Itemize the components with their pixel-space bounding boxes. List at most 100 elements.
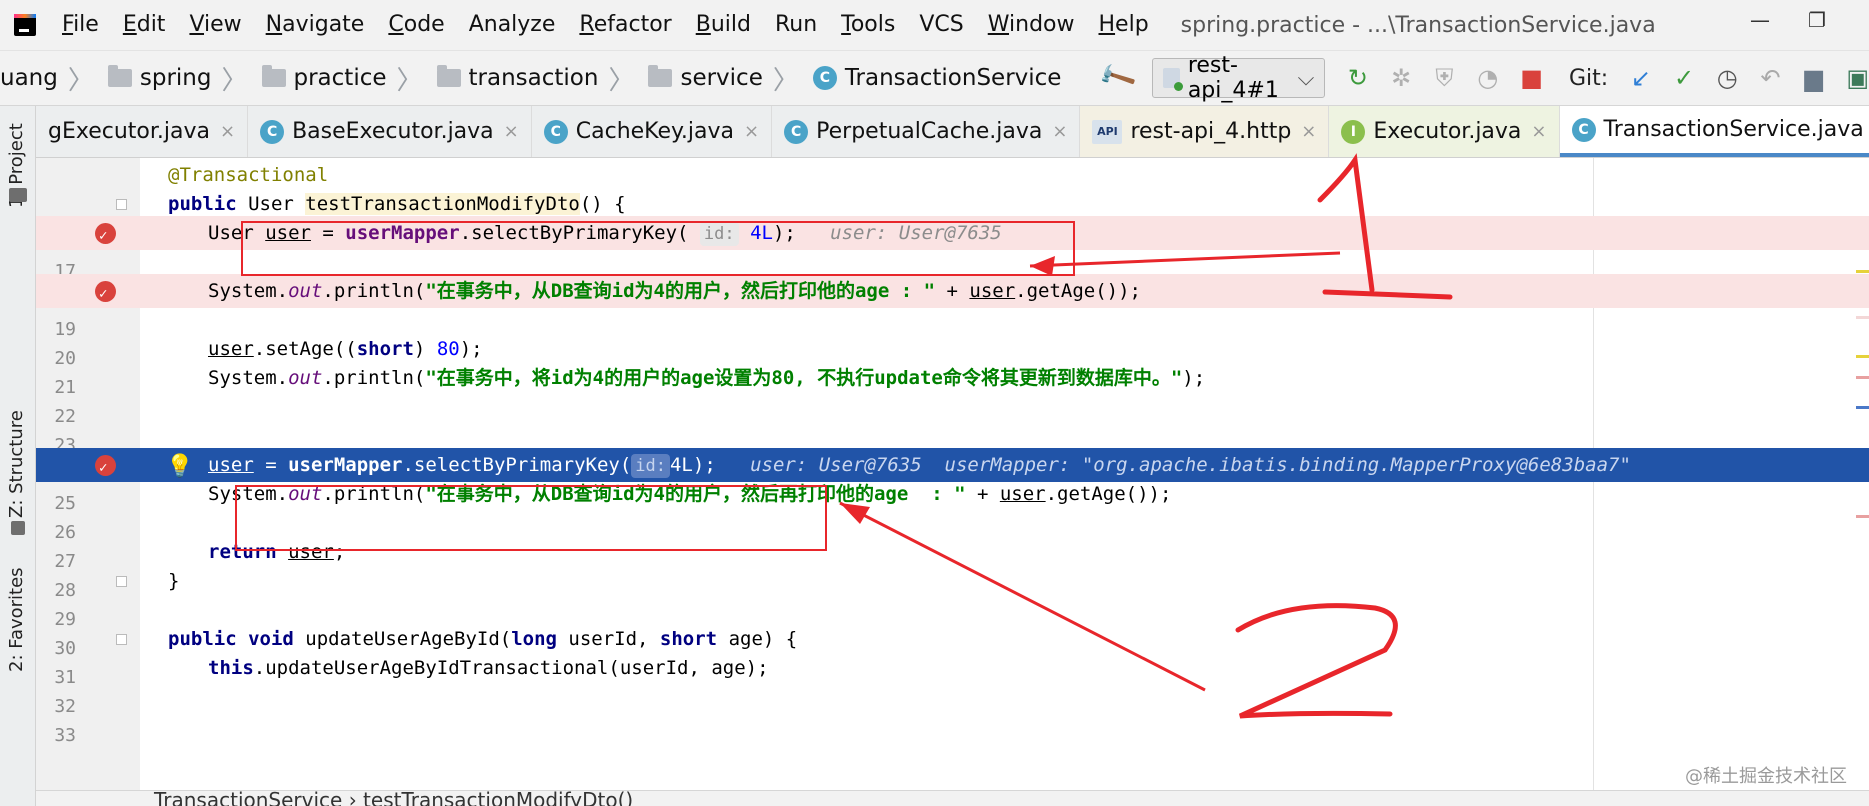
menu-items: File Edit View Navigate Code Analyze Refactor B… bbox=[50, 0, 1161, 50]
code-token: age) { bbox=[717, 628, 798, 650]
code-token: User bbox=[236, 193, 306, 215]
breakpoint-icon[interactable] bbox=[95, 451, 116, 485]
menu-item-view[interactable]: View bbox=[177, 0, 253, 50]
annotation: @Transactional bbox=[168, 164, 329, 186]
error-stripe[interactable] bbox=[1854, 158, 1869, 790]
marker[interactable] bbox=[1856, 316, 1869, 319]
editor-tab[interactable]: API rest-api_4.http × bbox=[1080, 106, 1330, 157]
editor-tab[interactable]: C CacheKey.java × bbox=[532, 106, 773, 157]
fold-icon[interactable] bbox=[116, 576, 127, 587]
breadcrumb-item[interactable]: 〉 practice bbox=[211, 60, 387, 97]
menu-item-file[interactable]: File bbox=[50, 0, 111, 50]
breakpoint-icon[interactable] bbox=[95, 219, 116, 253]
marker[interactable] bbox=[1856, 355, 1869, 358]
run-config-label: rest-api_4#1 bbox=[1187, 53, 1279, 103]
debug-icon[interactable]: ✲ bbox=[1391, 64, 1412, 92]
profile-icon[interactable]: ◔ bbox=[1477, 64, 1498, 92]
minimize-icon[interactable]: — bbox=[1750, 8, 1770, 32]
code-token: .selectByPrimaryKey( bbox=[402, 454, 632, 476]
rerun-icon[interactable]: ↻ bbox=[1347, 64, 1368, 92]
menu-item-edit[interactable]: Edit bbox=[111, 0, 178, 50]
tab-label: PerpetualCache.java bbox=[816, 119, 1043, 144]
editor-tab[interactable]: C PerpetualCache.java × bbox=[772, 106, 1081, 157]
menu-item-vcs[interactable]: VCS bbox=[907, 0, 975, 50]
menu-item-tools[interactable]: Tools bbox=[829, 0, 907, 50]
history-icon[interactable]: ◷ bbox=[1717, 64, 1738, 92]
editor-tab-active[interactable]: C TransactionService.java × bbox=[1559, 106, 1869, 157]
menu-item-analyze[interactable]: Analyze bbox=[457, 0, 568, 50]
keyword: public bbox=[168, 193, 237, 215]
keyword: short bbox=[659, 628, 718, 650]
menu-item-refactor[interactable]: Refactor bbox=[567, 0, 683, 50]
close-icon[interactable]: × bbox=[1052, 121, 1067, 142]
breadcrumb-item[interactable]: 〉 service bbox=[598, 60, 763, 97]
menu-item-build[interactable]: Build bbox=[684, 0, 763, 50]
run-panel-icon[interactable]: ▣ bbox=[1846, 64, 1869, 92]
menu-mnemonic: N bbox=[265, 12, 283, 37]
marker[interactable] bbox=[1856, 515, 1869, 518]
fold-icon[interactable] bbox=[116, 199, 127, 210]
breadcrumb-item[interactable]: uang bbox=[0, 65, 58, 91]
menu-item-code[interactable]: Code bbox=[376, 0, 456, 50]
breadcrumb-item[interactable]: 〉 transaction bbox=[387, 60, 598, 97]
breakpoint-icon[interactable] bbox=[95, 277, 116, 311]
hammer-icon[interactable]: 🔨 bbox=[1096, 57, 1139, 99]
marker[interactable] bbox=[1856, 376, 1869, 379]
code-token: = bbox=[253, 454, 289, 476]
code-token: User bbox=[208, 222, 266, 244]
code-token: .setAge(( bbox=[253, 338, 357, 360]
tab-label: rest-api_4.http bbox=[1130, 119, 1292, 144]
static-field: out bbox=[288, 483, 323, 505]
editor-tab[interactable]: C BaseExecutor.java × bbox=[248, 106, 532, 157]
git-commit-icon[interactable]: ✓ bbox=[1673, 64, 1694, 92]
tab-label: TransactionService.java bbox=[1603, 117, 1864, 142]
rollback-icon[interactable]: ↶ bbox=[1760, 64, 1781, 92]
method-breadcrumb[interactable]: TransactionService › testTransactionModi… bbox=[154, 791, 633, 806]
favorites-tool-window[interactable]: 2: Favorites bbox=[6, 567, 27, 672]
git-update-icon[interactable]: ↙ bbox=[1630, 64, 1651, 92]
menu-item-window[interactable]: Window bbox=[976, 0, 1087, 50]
chevron-right-icon: 〉 bbox=[396, 65, 423, 96]
class-icon: C bbox=[543, 119, 568, 144]
marker[interactable] bbox=[1856, 406, 1869, 409]
code-line[interactable]: 33 this.updateUserAgeByIdTransactional(u… bbox=[36, 651, 1869, 754]
close-icon[interactable]: × bbox=[220, 121, 235, 142]
intellij-logo-icon[interactable] bbox=[14, 14, 36, 36]
menu-item-label: elp bbox=[1115, 12, 1149, 37]
run-config-selector[interactable]: rest-api_4#1 ⌵ bbox=[1151, 53, 1326, 103]
keyword: this bbox=[208, 657, 254, 679]
code-token: + bbox=[935, 280, 970, 302]
menu-mnemonic: C bbox=[388, 12, 404, 37]
code-editor[interactable]: 16 @Transactional 17 public User testTra… bbox=[36, 158, 1869, 790]
menu-mnemonic: W bbox=[987, 12, 1010, 37]
close-icon[interactable]: × bbox=[1531, 121, 1546, 142]
stop-icon[interactable]: ■ bbox=[1520, 64, 1543, 92]
coverage-icon[interactable]: ⛨ bbox=[1434, 64, 1455, 92]
close-icon[interactable]: × bbox=[1301, 121, 1316, 142]
folder-icon bbox=[436, 65, 461, 87]
close-icon[interactable]: × bbox=[744, 121, 759, 142]
chevron-right-icon: 〉 bbox=[221, 65, 248, 96]
menu-item-help[interactable]: Help bbox=[1087, 0, 1161, 50]
menu-item-run[interactable]: Run bbox=[763, 0, 829, 50]
menu-item-navigate[interactable]: Navigate bbox=[254, 0, 377, 50]
fold-icon[interactable] bbox=[116, 634, 127, 645]
breadcrumb-item[interactable]: 〉 spring bbox=[58, 60, 211, 97]
menu-mnemonic: B bbox=[695, 12, 711, 37]
editor-tab[interactable]: gExecutor.java × bbox=[36, 106, 249, 157]
menu-item-label: Run bbox=[774, 12, 818, 37]
restore-icon[interactable]: ❐ bbox=[1808, 8, 1826, 32]
menu-mnemonic: V bbox=[189, 12, 205, 37]
class-icon: C bbox=[784, 119, 809, 144]
menu-mnemonic: R bbox=[579, 12, 594, 37]
project-structure-icon[interactable]: ▆ bbox=[1803, 64, 1824, 92]
menu-item-label: ile bbox=[73, 12, 99, 37]
marker[interactable] bbox=[1856, 270, 1869, 273]
keyword: return bbox=[208, 541, 277, 563]
structure-tool-window[interactable]: Z: Structure bbox=[6, 410, 27, 518]
close-icon[interactable]: × bbox=[504, 121, 519, 142]
menu-item-label: dit bbox=[136, 12, 166, 37]
breadcrumb-class[interactable]: 〉 C TransactionService bbox=[763, 60, 1062, 97]
editor-tab[interactable]: I Executor.java × bbox=[1329, 106, 1560, 157]
